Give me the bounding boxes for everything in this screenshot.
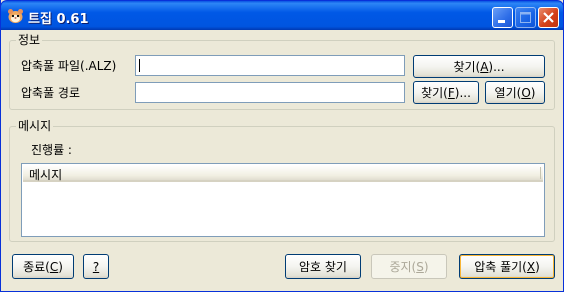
browse-path-button[interactable]: 찾기(F)... bbox=[413, 81, 479, 104]
message-list[interactable]: 메시지 bbox=[21, 163, 545, 237]
close-icon bbox=[543, 12, 554, 23]
minimize-icon bbox=[498, 20, 505, 23]
extract-text: 압축 풀기( bbox=[474, 260, 527, 274]
maximize-icon bbox=[520, 12, 531, 23]
find-password-text: 암호 찾기 bbox=[299, 260, 347, 274]
stop-accel: S bbox=[416, 259, 424, 274]
column-divider bbox=[540, 167, 541, 179]
extract-after: ) bbox=[535, 259, 540, 274]
browse-file-button[interactable]: 찾기(A)... bbox=[413, 55, 545, 78]
window-title: 트집 0.61 bbox=[28, 12, 89, 27]
extract-button[interactable]: 압축 풀기(X) bbox=[459, 254, 555, 279]
info-group-legend: 정보 bbox=[16, 33, 43, 47]
help-button[interactable]: ? bbox=[83, 254, 109, 279]
open-after: ) bbox=[530, 85, 536, 100]
archive-file-input[interactable] bbox=[135, 55, 405, 76]
exit-after: ) bbox=[58, 259, 63, 274]
extract-accel: X bbox=[526, 259, 536, 274]
title-bar[interactable]: 트집 0.61 bbox=[0, 0, 564, 30]
progress-label: 진행률 : bbox=[31, 143, 72, 157]
message-column-header[interactable]: 메시지 bbox=[23, 165, 543, 182]
main-window: 트집 0.61 정보 압축풀 파일(.ALZ) 찾기(A)... 압축풀 경로 bbox=[0, 0, 564, 292]
close-button[interactable] bbox=[538, 7, 559, 28]
browse-path-text: 찾기( bbox=[421, 86, 448, 100]
extract-path-label: 압축풀 경로 bbox=[21, 86, 81, 100]
browse-file-text: 찾기( bbox=[453, 60, 481, 74]
extract-path-input[interactable] bbox=[135, 82, 405, 103]
open-folder-button[interactable]: 열기(O) bbox=[485, 81, 545, 104]
exit-button[interactable]: 종료(C) bbox=[12, 254, 74, 279]
browse-file-accel: A bbox=[480, 59, 489, 74]
archive-file-label: 압축풀 파일(.ALZ) bbox=[21, 59, 117, 73]
browse-path-after: )... bbox=[454, 85, 471, 100]
stop-text: 중지( bbox=[389, 260, 417, 274]
browse-file-after: )... bbox=[488, 59, 505, 74]
find-password-button[interactable]: 암호 찾기 bbox=[285, 254, 361, 279]
message-group-legend: 메시지 bbox=[16, 119, 54, 133]
open-accel: O bbox=[521, 85, 531, 100]
open-text: 열기( bbox=[494, 86, 522, 100]
stop-after: ) bbox=[423, 259, 429, 274]
stop-button: 중지(S) bbox=[371, 254, 447, 279]
help-accel: ? bbox=[92, 259, 100, 274]
minimize-button[interactable] bbox=[492, 7, 513, 28]
hamster-icon bbox=[8, 9, 23, 23]
exit-text: 종료( bbox=[23, 260, 50, 274]
message-column-title: 메시지 bbox=[29, 168, 63, 182]
exit-accel: C bbox=[49, 259, 59, 274]
browse-path-accel: F bbox=[447, 85, 455, 100]
maximize-button bbox=[515, 7, 536, 28]
text-caret bbox=[139, 59, 140, 72]
